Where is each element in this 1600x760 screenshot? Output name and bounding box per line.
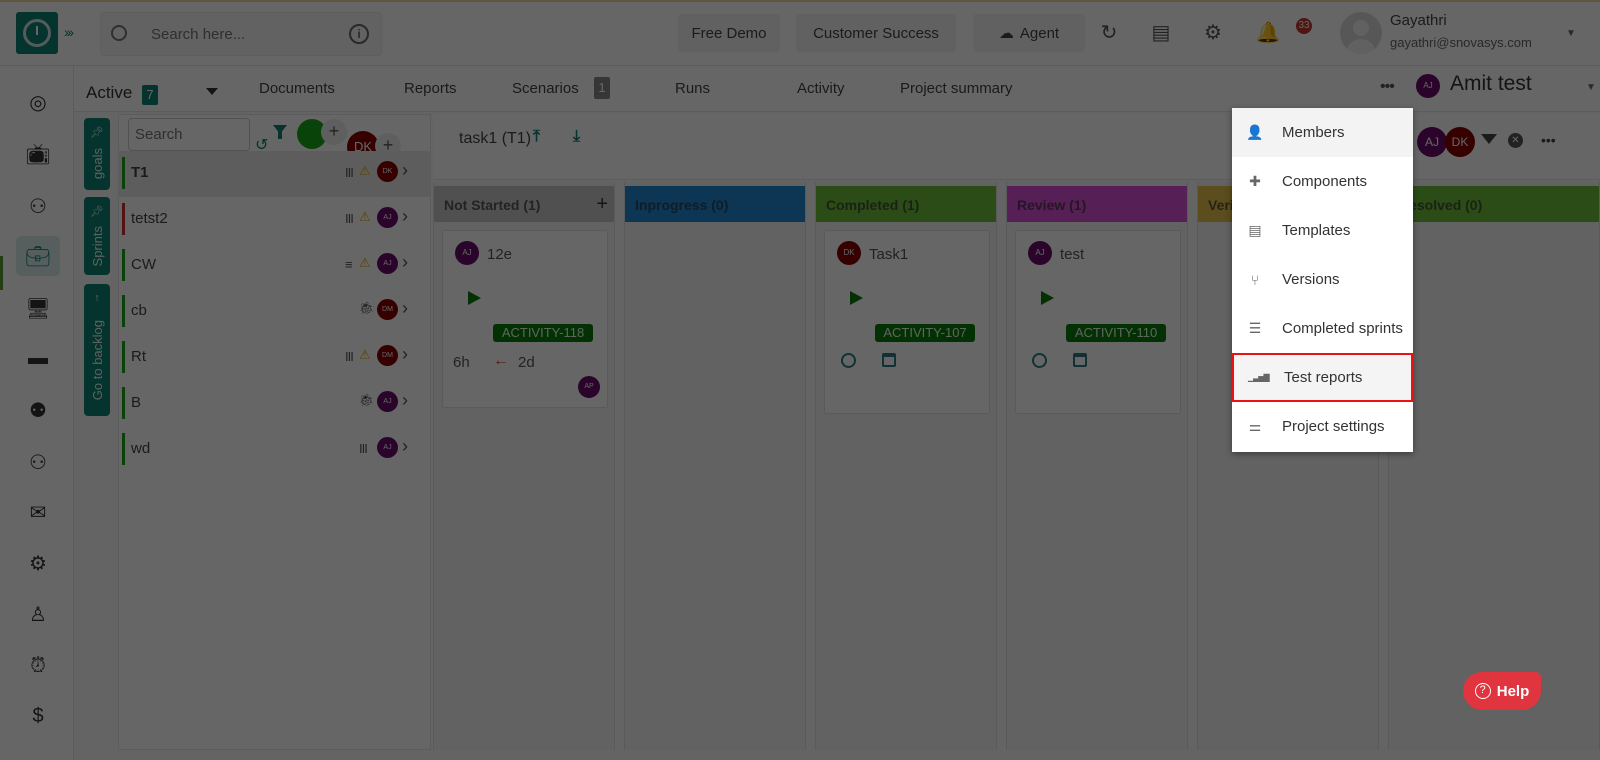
file-icon: ▤: [1248, 222, 1262, 238]
puzzle-icon: ✚: [1249, 173, 1261, 189]
project-options-menu: 👤 Members ✚ Components ▤ Templates ⑂ Versio…: [1232, 108, 1413, 452]
checklist-icon: ☰: [1248, 320, 1262, 336]
menu-item-completed-sprints[interactable]: ☰ Completed sprints: [1232, 304, 1413, 353]
menu-item-label: Templates: [1282, 222, 1351, 239]
menu-item-test-reports[interactable]: ▁▃▅▇ Test reports: [1232, 353, 1413, 402]
menu-item-label: Test reports: [1284, 369, 1363, 386]
menu-item-versions[interactable]: ⑂ Versions: [1232, 255, 1413, 304]
menu-item-label: Versions: [1282, 271, 1340, 288]
menu-item-templates[interactable]: ▤ Templates: [1232, 206, 1413, 255]
user-icon: 👤: [1246, 124, 1264, 140]
menu-item-members[interactable]: 👤 Members: [1232, 108, 1413, 157]
signal-bars-icon: ▁▃▅▇: [1248, 373, 1270, 382]
help-button[interactable]: ? Help: [1463, 672, 1541, 710]
branch-icon: ⑂: [1250, 271, 1260, 288]
menu-item-label: Components: [1282, 173, 1368, 190]
question-icon: ?: [1474, 683, 1491, 699]
help-label: Help: [1496, 682, 1530, 700]
menu-item-label: Completed sprints: [1282, 320, 1403, 337]
menu-item-label: Project settings: [1282, 418, 1385, 435]
menu-item-label: Members: [1282, 124, 1345, 141]
sliders-icon: ⚌: [1248, 418, 1262, 434]
menu-item-project-settings[interactable]: ⚌ Project settings: [1232, 402, 1413, 451]
menu-item-components[interactable]: ✚ Components: [1232, 157, 1413, 206]
